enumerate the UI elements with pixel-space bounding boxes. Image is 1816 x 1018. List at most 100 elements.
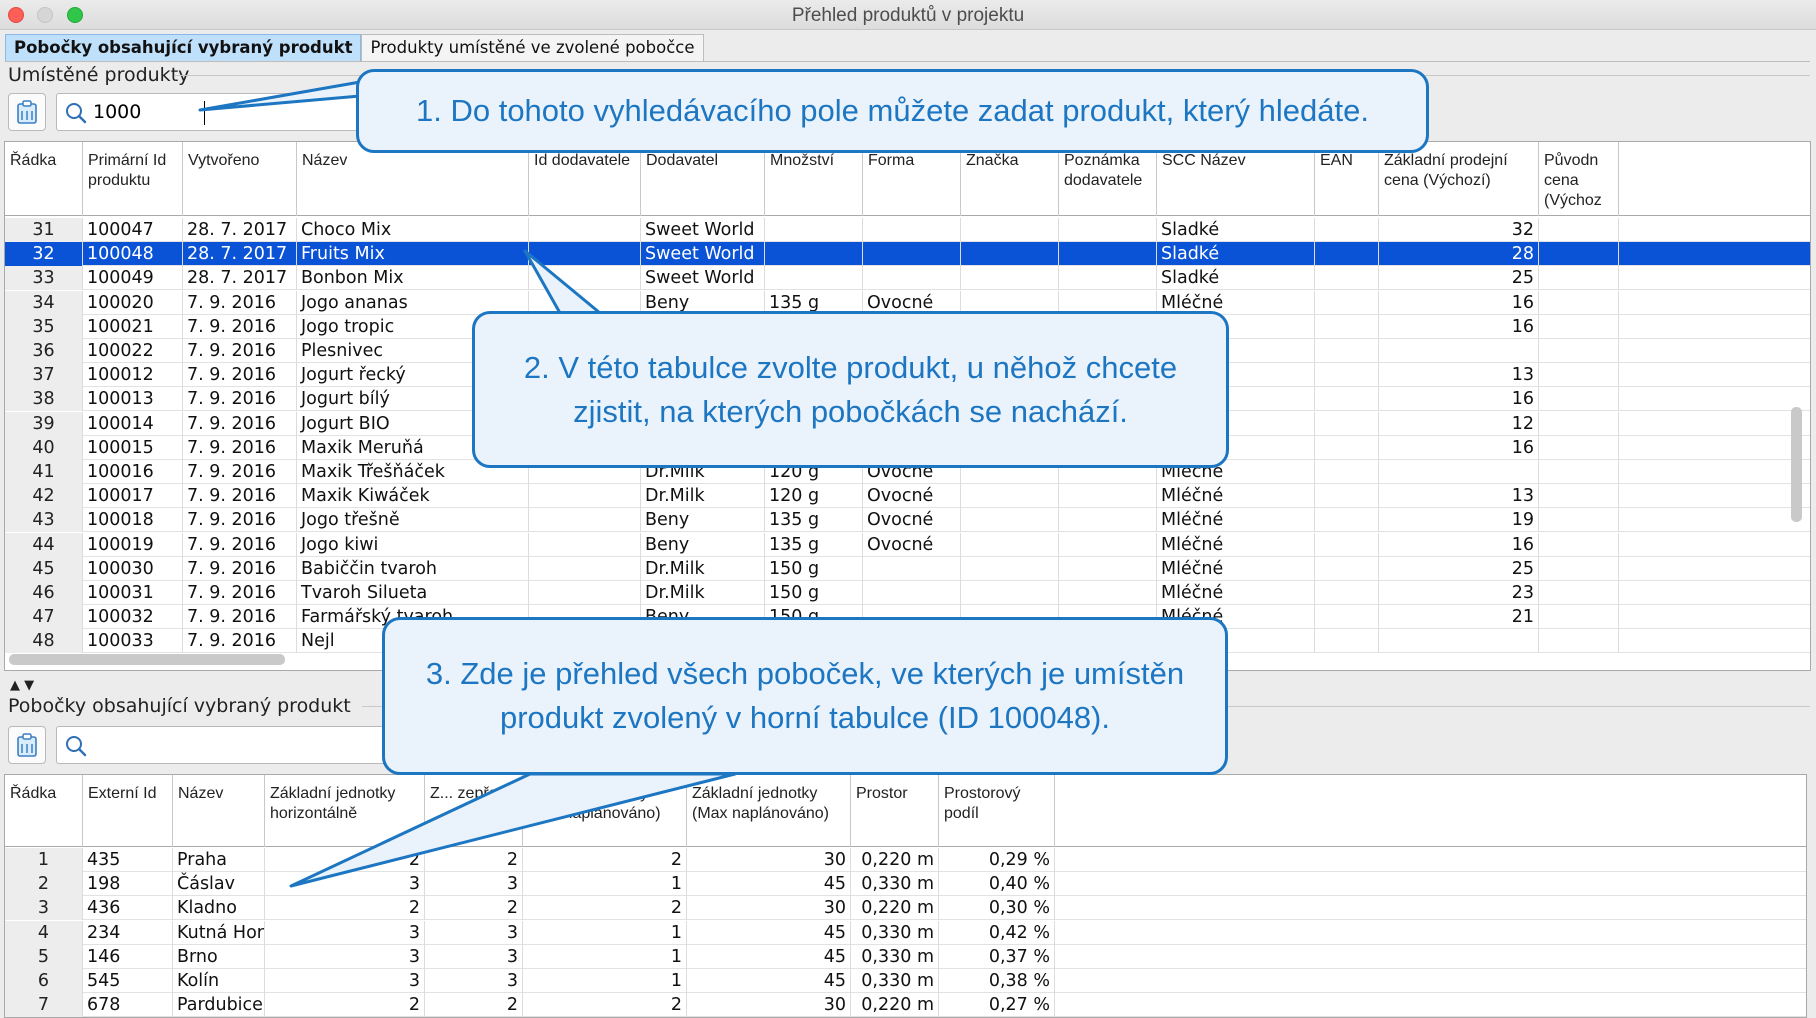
column-header[interactable]: Id dodavatele [529,142,641,216]
column-header[interactable]: Základní jednotky (Max naplánováno) [687,775,851,847]
column-header[interactable]: ...kladní jednotky (Min naplánováno) [523,775,687,847]
column-header[interactable]: SCC Název [1157,142,1315,216]
column-header[interactable]: EAN [1315,142,1379,216]
table-cell: 5 [5,944,83,969]
branch-search-input[interactable] [93,731,293,759]
table-row[interactable]: 31 100047 28. 7. 2017 Choco Mix Sweet World S… [5,218,1810,242]
table-cell: 0,330 m [851,872,939,897]
table-cell: 30 [687,993,851,1017]
column-header[interactable]: Prostor [851,775,939,847]
clipboard-button-bottom[interactable] [8,726,46,764]
table-cell: 41 [5,460,83,484]
column-header[interactable]: Množství [765,142,863,216]
column-header[interactable]: Základní jednotky horizontálně [265,775,425,847]
table-cell [1539,290,1619,315]
table-cell: 21 [1379,605,1539,630]
table-cell: 16 [1379,435,1539,460]
table-cell [1539,508,1619,533]
table-cell: 7. 9. 2016 [183,581,297,605]
product-search-input[interactable] [93,98,293,126]
table-cell [1315,435,1379,460]
table-cell: Bonbon Mix [297,266,529,291]
column-header[interactable]: Externí Id [83,775,173,847]
table-cell [529,556,641,581]
table-row[interactable]: 44 100019 7. 9. 2016 Jogo kiwi Beny 135 g Ovoc… [5,532,1810,557]
table-cell: 3 [265,920,425,945]
table-cell [1059,218,1157,242]
table-cell: Beny [641,532,765,557]
table-cell: Praha [173,848,265,872]
table-cell: 678 [83,993,173,1017]
table-cell: 33 [5,266,83,291]
table-cell: Kutná Hora [173,920,265,945]
column-header[interactable]: Dodavatel [641,142,765,216]
table-row[interactable]: 33 100049 28. 7. 2017 Bonbon Mix Sweet World… [5,266,1810,291]
vertical-scrollbar[interactable] [1791,407,1802,522]
search-icon [66,103,87,124]
column-header[interactable]: Vytvořeno [183,142,297,216]
table-cell: Babiččin tvaroh [297,556,529,581]
column-header[interactable]: Základní prodejní cena (Výchozí) [1379,142,1539,216]
table-row[interactable]: 5 146 Brno 3 3 1 45 0,330 m 0,37 % [5,944,1806,969]
table-cell: 3 [265,944,425,969]
column-header[interactable] [1055,775,1806,847]
table-cell: 7. 9. 2016 [183,532,297,557]
table-row[interactable]: 32 100048 28. 7. 2017 Fruits Mix Sweet World… [5,242,1810,267]
table-row[interactable]: 1 435 Praha 2 2 2 30 0,220 m 0,29 % [5,848,1806,872]
tab-branches-with-product[interactable]: Pobočky obsahující vybraný produkt [5,34,362,62]
tab-products-in-branch[interactable]: Produkty umístěné ve zvolené pobočce [361,34,704,62]
horizontal-scrollbar[interactable] [9,654,285,665]
table-cell: Sweet World [641,266,765,291]
table-row[interactable]: 45 100030 7. 9. 2016 Babiččin tvaroh Dr.Milk… [5,556,1810,581]
column-header[interactable]: Název [297,142,529,216]
column-header[interactable]: Poznámka dodavatele [1059,142,1157,216]
table-cell [529,484,641,509]
table-row[interactable]: 4 234 Kutná Hora 3 3 1 45 0,330 m 0,42 % [5,920,1806,945]
table-cell [529,532,641,557]
table-row[interactable]: 42 100017 7. 9. 2016 Maxik Kiwáček Dr.Milk 12… [5,484,1810,509]
table-cell: 135 g [765,508,863,533]
table-cell [1539,629,1619,654]
table-row[interactable]: 3 436 Kladno 2 2 2 30 0,220 m 0,30 % [5,896,1806,921]
table-cell: 100047 [83,218,183,242]
table-cell [1315,556,1379,581]
column-header[interactable]: Primární Id produktu [83,142,183,216]
table-cell: 32 [1379,218,1539,242]
table-row[interactable]: 7 678 Pardubice 2 2 2 30 0,220 m 0,27 % [5,993,1806,1017]
table-cell [961,218,1059,242]
column-header[interactable]: Řádka [5,775,83,847]
column-header[interactable]: Řádka [5,142,83,216]
table-row[interactable]: 46 100031 7. 9. 2016 Tvaroh Silueta Dr.Milk 1… [5,581,1810,605]
table-cell: Jogo třešně [297,508,529,533]
table-cell: 4 [5,920,83,945]
table-cell: 0,220 m [851,993,939,1017]
table-cell: 100014 [83,411,183,436]
table-cell: 7. 9. 2016 [183,605,297,630]
table-row[interactable]: 6 545 Kolín 3 3 1 45 0,330 m 0,38 % [5,969,1806,993]
column-header[interactable]: Značka [961,142,1059,216]
table-cell: 3 [425,920,523,945]
splitter-arrows[interactable]: ▲ ▼ [10,678,34,693]
table-cell: 43 [5,508,83,533]
column-header[interactable]: Původn cena (Výchoz [1539,142,1619,216]
table-cell [1055,993,1806,1017]
table-cell [1539,435,1619,460]
column-header[interactable]: Prostorový podíl [939,775,1055,847]
table-cell: 7. 9. 2016 [183,460,297,484]
table-row[interactable]: 2 198 Čáslav 3 3 1 45 0,330 m 0,40 % [5,872,1806,897]
table-cell [1539,484,1619,509]
table-cell: 100048 [83,242,183,267]
table-cell: 435 [83,848,173,872]
column-header[interactable]: Z... zepředu [425,775,523,847]
table-cell: 2 [425,993,523,1017]
column-header[interactable]: Název [173,775,265,847]
clipboard-button[interactable] [8,93,46,131]
table-cell [1055,969,1806,993]
table-cell [1539,363,1619,388]
table-row[interactable]: 43 100018 7. 9. 2016 Jogo třešně Beny 135 g Ov… [5,508,1810,533]
column-header[interactable]: Forma [863,142,961,216]
table-cell: Pardubice [173,993,265,1017]
table-cell: 7. 9. 2016 [183,411,297,436]
table-cell: 36 [5,339,83,363]
table-cell [1539,605,1619,630]
